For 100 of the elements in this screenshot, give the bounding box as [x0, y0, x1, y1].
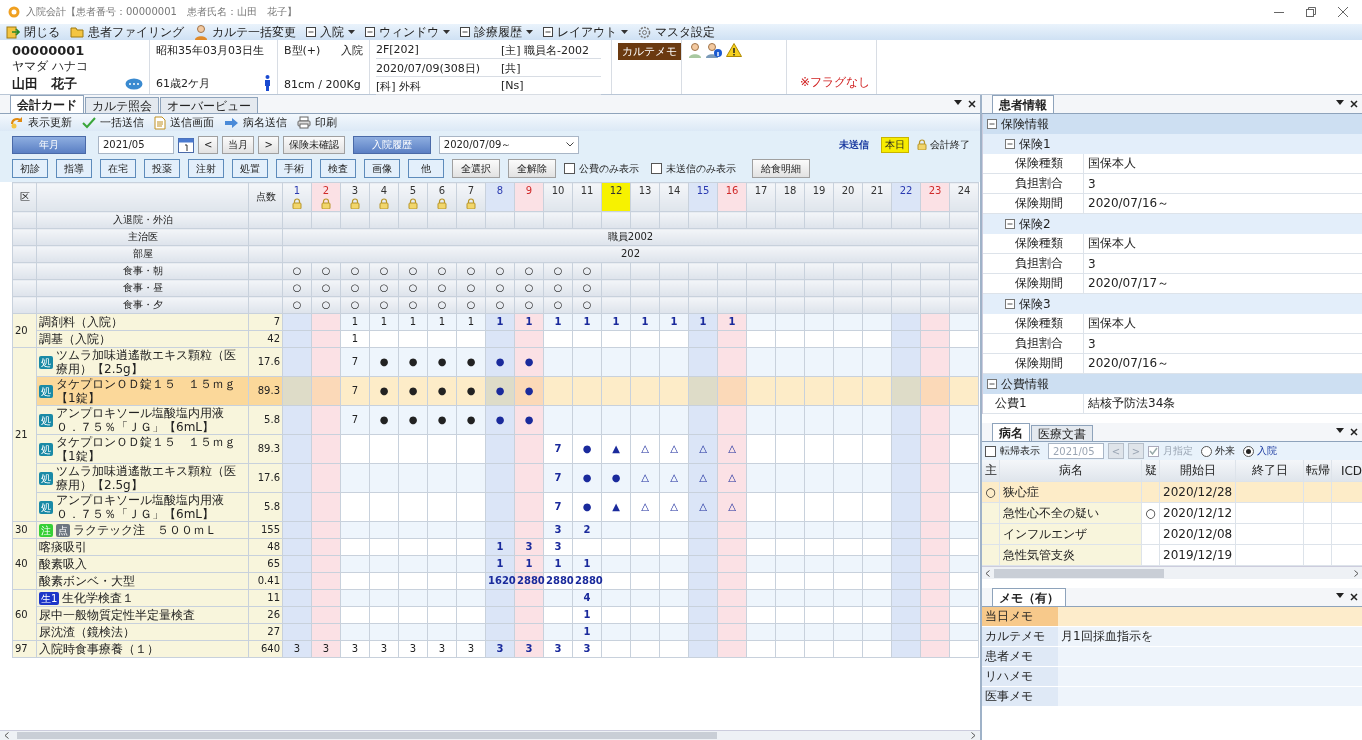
- category-button[interactable]: 投薬: [144, 159, 180, 178]
- category-button[interactable]: 注射: [188, 159, 224, 178]
- radio-label: 外来: [1215, 444, 1235, 458]
- category-button[interactable]: 画像: [364, 159, 400, 178]
- subsection-header[interactable]: 保険1: [983, 134, 1362, 154]
- warning-icon: [726, 43, 742, 57]
- menu-item[interactable]: マスタ設定: [638, 23, 715, 41]
- collapse-box-icon: [460, 27, 470, 37]
- folder-icon: [70, 26, 84, 38]
- subsection-header[interactable]: 保険3: [983, 294, 1362, 314]
- field-value: 3: [1083, 174, 1362, 193]
- toolbar-button[interactable]: 印刷: [297, 115, 337, 130]
- collapse-box-icon[interactable]: [1005, 219, 1015, 229]
- menu-item[interactable]: 患者ファイリング: [70, 23, 184, 41]
- exit-icon: [6, 25, 20, 39]
- toolbar-button[interactable]: 送信画面: [154, 115, 214, 130]
- table-cell: 2020/12/12: [1160, 503, 1236, 524]
- table-cell: [1304, 524, 1332, 545]
- unsent-status: 未送信: [839, 137, 869, 152]
- tab[interactable]: 患者情報: [992, 95, 1054, 113]
- category-button[interactable]: 指導: [56, 159, 92, 178]
- tab[interactable]: 病名: [992, 423, 1030, 441]
- memo-label[interactable]: 医事メモ: [982, 687, 1058, 706]
- lock-icon: [917, 139, 927, 150]
- menu-item[interactable]: ウィンドウ: [365, 23, 450, 41]
- horizontal-scrollbar[interactable]: [0, 730, 980, 740]
- memo-label[interactable]: カルテメモ: [982, 627, 1058, 646]
- field-value: 2020/07/16～: [1083, 194, 1362, 213]
- menu-item[interactable]: カルテ一括変更: [194, 23, 296, 41]
- memo-label[interactable]: 当日メモ: [982, 607, 1058, 626]
- subsection-header[interactable]: 保険2: [983, 214, 1362, 234]
- category-badge: 処: [39, 500, 53, 514]
- next-month-button[interactable]: >: [258, 135, 279, 154]
- category-button[interactable]: 検査: [320, 159, 356, 178]
- category-badge: 注: [39, 523, 53, 537]
- field-value: 結核予防法34条: [1083, 394, 1362, 413]
- category-button[interactable]: 初診: [12, 159, 48, 178]
- menu-item[interactable]: 入院: [306, 23, 355, 41]
- section-header[interactable]: 公費情報: [983, 374, 1362, 394]
- checkbox[interactable]: [651, 163, 662, 174]
- category-button[interactable]: 処置: [232, 159, 268, 178]
- tab[interactable]: 会計カード: [10, 95, 84, 113]
- radio-button[interactable]: [1243, 445, 1254, 457]
- day-number: 13: [637, 185, 653, 197]
- admission-status: 入院: [341, 43, 363, 58]
- memo-label[interactable]: リハメモ: [982, 667, 1058, 686]
- section-header[interactable]: 保険情報: [983, 114, 1362, 134]
- toolbar-button[interactable]: 病名送信: [224, 115, 287, 130]
- memo-label[interactable]: 患者メモ: [982, 647, 1058, 666]
- table-cell: 急性心不全の疑い: [1000, 503, 1142, 524]
- patient-age: 61歳2ケ月: [156, 75, 210, 91]
- item-name: 調基（入院）: [39, 332, 112, 346]
- toolbar-button[interactable]: 表示更新: [10, 115, 72, 130]
- month-field[interactable]: 2021/05: [98, 135, 174, 154]
- menu-item[interactable]: 閉じる: [6, 23, 60, 41]
- checkbox[interactable]: [564, 163, 575, 174]
- memo-value[interactable]: 月1回採血指示を: [1058, 627, 1362, 646]
- checkbox[interactable]: [985, 445, 996, 457]
- day-number: 20: [840, 185, 856, 197]
- collapse-box-icon[interactable]: [987, 379, 997, 389]
- collapse-box-icon: [306, 27, 316, 37]
- tab[interactable]: メモ（有）: [992, 588, 1066, 606]
- table-cell: [1304, 503, 1332, 524]
- category-badge: 処: [39, 442, 53, 456]
- tab[interactable]: カルテ照会: [85, 97, 159, 113]
- category-button[interactable]: 在宅: [100, 159, 136, 178]
- field-value: 2020/07/17～: [1083, 274, 1362, 293]
- category-button[interactable]: 他: [408, 159, 444, 178]
- category-button[interactable]: 全解除: [508, 159, 556, 178]
- item-name: 酸素吸入: [39, 557, 88, 571]
- admission-dropdown[interactable]: 2020/07/09～: [438, 135, 579, 154]
- item-name: 喀痰吸引: [39, 540, 88, 554]
- field-label: 負担割合: [1014, 335, 1064, 352]
- caret-icon: [443, 30, 450, 34]
- menu-item[interactable]: レイアウト: [543, 23, 628, 41]
- collapse-box-icon[interactable]: [987, 119, 997, 129]
- app-icon: [8, 6, 20, 18]
- day-number: 11: [579, 185, 595, 197]
- current-month-button[interactable]: 当月: [222, 135, 255, 154]
- scroll-right-icon: [1354, 569, 1359, 577]
- category-button[interactable]: 全選択: [452, 159, 500, 178]
- collapse-box-icon[interactable]: [1005, 139, 1015, 149]
- radio-button[interactable]: [1201, 445, 1212, 457]
- item-name: ツムラ加味逍遙散エキス顆粒（医療用）【2.5g】: [56, 464, 237, 492]
- meal-detail-button[interactable]: 給食明細: [752, 159, 810, 178]
- collapse-box-icon[interactable]: [1005, 299, 1015, 309]
- tab[interactable]: 医療文書: [1031, 425, 1093, 441]
- ward-room: 2F[202]: [376, 43, 501, 59]
- field-label: 負担割合: [1014, 175, 1064, 192]
- day-number: 3: [350, 185, 360, 197]
- tab[interactable]: オーバービュー: [160, 97, 258, 113]
- horizontal-scrollbar[interactable]: [982, 566, 1362, 579]
- category-button[interactable]: 手術: [276, 159, 312, 178]
- birth-date: 昭和35年03月03日生: [156, 43, 265, 58]
- menu-item[interactable]: 診療履歴: [460, 23, 533, 41]
- toolbar-button[interactable]: 一括送信: [82, 115, 144, 130]
- day-number: 24: [956, 185, 972, 197]
- section-code: 20: [12, 313, 37, 348]
- insurance-button[interactable]: 保険未確認: [282, 135, 345, 154]
- previous-month-button[interactable]: <: [198, 135, 219, 154]
